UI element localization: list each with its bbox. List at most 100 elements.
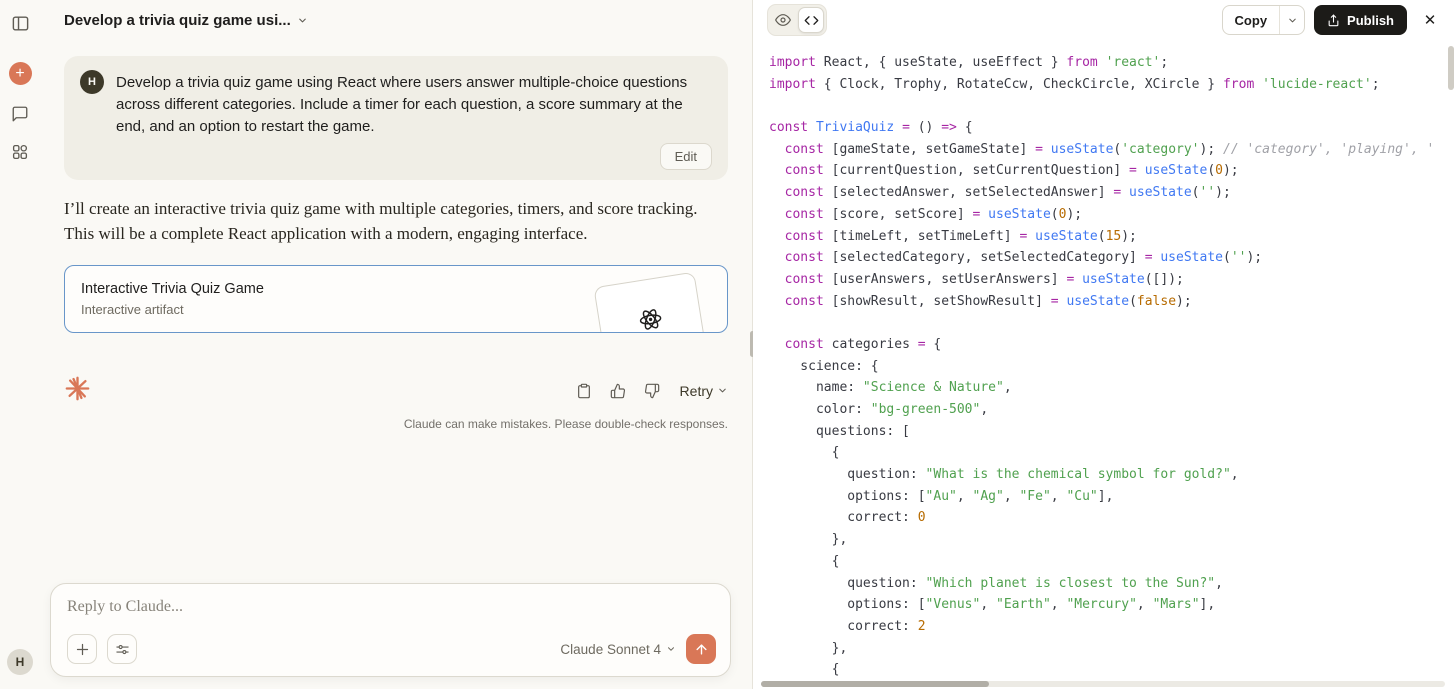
chat-bubble-icon (12, 106, 28, 122)
code-line: }, (769, 532, 848, 548)
chat-header: Develop a trivia quiz game usi... (40, 0, 752, 40)
user-message: H Develop a trivia quiz game using React… (64, 56, 728, 180)
sliders-icon (115, 644, 129, 654)
clipboard-icon (577, 383, 590, 398)
code-line: correct: 0 (769, 510, 926, 526)
artifact-panel: Copy Publish ✕ import React, { useState,… (753, 0, 1456, 689)
artifact-card-preview (593, 271, 707, 332)
conversation-title-button[interactable]: Develop a trivia quiz game usi... (64, 12, 308, 29)
code-line: { (769, 553, 840, 569)
artifact-card[interactable]: Interactive Trivia Quiz Game Interactive… (64, 264, 728, 333)
preview-toggle-button[interactable] (770, 7, 796, 33)
chevron-down-icon (719, 388, 726, 393)
sidebar-icon (12, 15, 28, 31)
view-toggle (767, 4, 827, 36)
code-line: const [showResult, setShowResult] = useS… (784, 293, 1192, 309)
conversation-title: Develop a trivia quiz game usi... (64, 11, 291, 29)
thumbs-up-icon (610, 383, 625, 398)
code-line: const [score, setScore] = useState(0); (784, 206, 1083, 222)
user-avatar[interactable]: H (7, 649, 33, 675)
assistant-response-text: I’ll create an interactive trivia quiz g… (64, 198, 698, 244)
vertical-scrollbar[interactable] (1448, 46, 1454, 677)
code-line: color: "bg-green-500", (769, 402, 989, 417)
new-chat-button[interactable]: + (8, 62, 32, 85)
send-button[interactable] (686, 634, 716, 664)
code-line: const [gameState, setGameState] = useSta… (784, 141, 1435, 157)
code-line: { (769, 445, 840, 461)
copy-split-button: Copy (1221, 5, 1306, 35)
code-line: options: ["Au", "Ag", "Fe", "Cu"], (769, 488, 1114, 504)
chevron-down-icon (298, 18, 306, 22)
code-line: const [currentQuestion, setCurrentQuesti… (784, 163, 1239, 179)
response-actions: Retry (572, 379, 728, 403)
chevron-down-icon (1288, 18, 1296, 22)
copy-code-button[interactable]: Copy (1223, 6, 1280, 34)
artifact-card-info: Interactive Trivia Quiz Game Interactive… (81, 281, 264, 317)
retry-button[interactable]: Retry (680, 383, 728, 399)
code-line: const TriviaQuiz = () => { (769, 120, 973, 136)
code-editor[interactable]: import React, { useState, useEffect } fr… (753, 40, 1456, 689)
code-line: correct: 2 (769, 618, 926, 634)
disclaimer-text: Claude can make mistakes. Please double-… (403, 416, 728, 431)
chat-panel: Develop a trivia quiz game usi... H Deve… (40, 0, 752, 689)
model-selector[interactable]: Claude Sonnet 4 (560, 642, 676, 657)
sidebar-toggle-button[interactable] (7, 10, 33, 36)
arrow-up-icon (695, 643, 707, 655)
horizontal-scrollbar-thumb[interactable] (761, 681, 989, 687)
code-line: questions: [ (769, 423, 910, 439)
code-line: name: "Science & Nature", (769, 380, 1012, 396)
publish-button[interactable]: Publish (1314, 5, 1407, 35)
horizontal-scrollbar[interactable] (761, 681, 1445, 687)
code-line: options: ["Venus", "Earth", "Mercury", "… (769, 597, 1216, 613)
attach-button[interactable] (67, 634, 97, 664)
eye-icon (775, 14, 791, 26)
reply-input[interactable] (67, 598, 716, 616)
user-message-avatar: H (80, 70, 104, 94)
code-line: import React, { useState, useEffect } fr… (769, 55, 1169, 70)
copy-options-button[interactable] (1279, 6, 1304, 34)
thumbs-up-button[interactable] (606, 379, 630, 403)
code-line: const categories = { (784, 336, 942, 352)
code-line: question: "What is the chemical symbol f… (769, 467, 1239, 483)
close-artifact-button[interactable]: ✕ (1416, 6, 1444, 34)
artifact-toolbar-right: Copy Publish ✕ (1221, 5, 1444, 35)
code-line: question: "Which planet is closest to th… (769, 575, 1223, 591)
plus-icon (76, 643, 88, 655)
app: + H Develop a trivia quiz game usi... H … (0, 0, 1456, 689)
user-message-text: Develop a trivia quiz game using React w… (116, 74, 688, 136)
artifact-toolbar: Copy Publish ✕ (753, 0, 1456, 40)
apps-button[interactable] (7, 139, 33, 165)
claude-logo (64, 375, 91, 407)
thumbs-down-icon (644, 383, 659, 398)
retry-label: Retry (679, 382, 713, 399)
vertical-scrollbar-thumb[interactable] (1448, 46, 1454, 90)
plus-icon: + (15, 64, 25, 82)
close-icon: ✕ (1423, 12, 1437, 29)
code-line: const [userAnswers, setUserAnswers] = us… (784, 271, 1184, 287)
code-icon (804, 15, 818, 25)
code-line: { (769, 662, 840, 678)
code-line: const [timeLeft, setTimeLeft] = useState… (784, 228, 1137, 244)
tools-button[interactable] (107, 634, 137, 664)
composer-wrap: Claude Sonnet 4 (40, 583, 752, 689)
message-list: H Develop a trivia quiz game using React… (40, 40, 752, 583)
edit-button[interactable]: Edit (659, 142, 712, 170)
artifact-card-subtitle: Interactive artifact (81, 301, 184, 317)
response-footer: Retry (64, 375, 728, 407)
copy-response-button[interactable] (572, 379, 596, 403)
code-line: const [selectedCategory, setSelectedCate… (784, 250, 1263, 266)
code-line: }, (769, 640, 848, 656)
chevron-down-icon (668, 647, 674, 651)
publish-icon (1328, 14, 1339, 26)
code-toggle-button[interactable] (798, 7, 824, 33)
composer: Claude Sonnet 4 (50, 583, 731, 677)
artifact-card-title: Interactive Trivia Quiz Game (81, 280, 264, 297)
atom-icon (639, 308, 661, 329)
publish-label: Publish (1347, 12, 1394, 28)
thumbs-down-button[interactable] (640, 379, 664, 403)
code-line: const [selectedAnswer, setSelectedAnswer… (784, 185, 1231, 201)
code-line: import { Clock, Trophy, RotateCcw, Check… (769, 76, 1380, 92)
chats-button[interactable] (7, 101, 33, 127)
